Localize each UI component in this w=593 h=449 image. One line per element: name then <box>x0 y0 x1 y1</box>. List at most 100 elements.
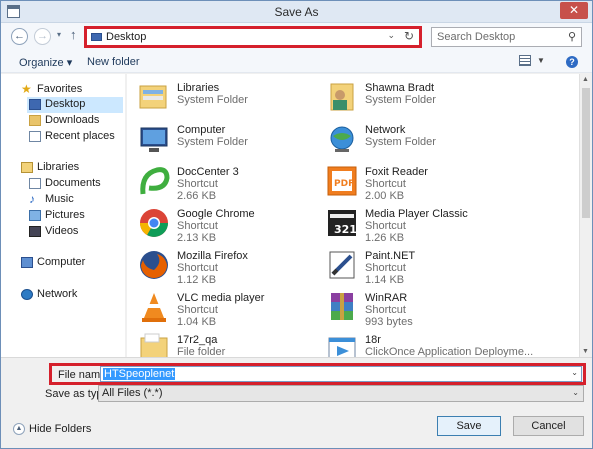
address-dropdown-icon[interactable]: ⌄ <box>387 30 395 41</box>
search-input[interactable]: Search Desktop ⚲ <box>431 27 582 47</box>
list-item[interactable]: WinRAR Shortcut 993 bytes <box>315 288 535 328</box>
scroll-down-icon[interactable]: ▼ <box>582 348 589 355</box>
navigation-pane: ★ Favorites Desktop Downloads Recent pla… <box>1 74 125 357</box>
save-options-pane: File name: HTSpeoplenet ⌄ Save as type: … <box>1 357 592 448</box>
save-as-type-select[interactable]: All Files (*.*) ⌄ <box>98 385 584 402</box>
file-name: 17r2_qa <box>177 334 218 346</box>
change-view-icon[interactable] <box>519 55 531 66</box>
file-size: 1.04 KB <box>177 316 217 328</box>
sidebar-item-label: Music <box>45 193 74 205</box>
list-item[interactable]: DocCenter 3 Shortcut 2.66 KB <box>127 162 347 202</box>
list-item[interactable]: Libraries System Folder <box>127 78 347 118</box>
pictures-icon <box>29 210 41 221</box>
file-name-dropdown-icon[interactable]: ⌄ <box>571 368 578 377</box>
sidebar-item-favorites[interactable]: ★ Favorites <box>21 82 121 98</box>
file-name: Media Player Classic <box>365 208 468 220</box>
file-size: 993 bytes <box>365 316 413 328</box>
list-item[interactable]: PDF Foxit Reader Shortcut 2.00 KB <box>315 162 535 202</box>
sidebar-item-label: Pictures <box>45 209 85 221</box>
file-type: File folder <box>177 346 226 357</box>
network-icon <box>21 289 33 300</box>
file-name: DocCenter 3 <box>177 166 239 178</box>
list-item[interactable]: Shawna Bradt System Folder <box>315 78 535 118</box>
list-item[interactable]: Computer System Folder <box>127 120 347 160</box>
organize-button[interactable]: Organize ▾ <box>19 56 72 69</box>
file-type: System Folder <box>177 136 248 148</box>
desktop-icon <box>91 33 102 41</box>
view-options-dropdown-icon[interactable]: ▼ <box>537 56 545 65</box>
file-type: Shortcut <box>365 262 406 274</box>
sidebar-item-music[interactable]: ♪ Music <box>29 192 123 208</box>
list-item[interactable]: 17r2_qa File folder <box>127 330 347 357</box>
up-arrow-icon[interactable]: ↑ <box>70 27 77 42</box>
file-size: 1.26 KB <box>365 232 405 244</box>
sidebar-item-documents[interactable]: Documents <box>29 176 123 192</box>
list-item[interactable]: Paint.NET Shortcut 1.14 KB <box>315 246 535 286</box>
sidebar-item-videos[interactable]: Videos <box>29 224 123 240</box>
help-icon[interactable]: ? <box>566 56 578 68</box>
sidebar-item-label: Documents <box>45 177 101 189</box>
recent-places-icon <box>29 131 41 142</box>
save-as-dialog: Save As ✕ ← → ▾ ↑ Desktop ⌄ ↻ Search Des… <box>0 0 593 449</box>
file-name: Computer <box>177 124 226 136</box>
file-name: WinRAR <box>365 292 408 304</box>
address-bar[interactable]: Desktop ⌄ ↻ <box>84 26 422 48</box>
search-icon[interactable]: ⚲ <box>568 30 576 43</box>
list-item[interactable]: 321 Media Player Classic Shortcut 1.26 K… <box>315 204 535 244</box>
chrome-icon <box>140 209 168 237</box>
file-type: Shortcut <box>365 178 406 190</box>
close-button[interactable]: ✕ <box>560 2 588 19</box>
save-button[interactable]: Save <box>437 416 501 436</box>
videos-icon <box>29 226 41 237</box>
file-name-field[interactable]: HTSpeoplenet ⌄ <box>100 366 582 382</box>
file-name: Google Chrome <box>177 208 255 220</box>
sidebar-item-pictures[interactable]: Pictures <box>29 208 123 224</box>
refresh-icon[interactable]: ↻ <box>404 29 414 43</box>
file-name: Network <box>365 124 406 136</box>
recent-locations-dropdown-icon[interactable]: ▾ <box>57 30 61 39</box>
user-folder-icon <box>330 83 354 111</box>
firefox-icon <box>140 251 168 279</box>
sidebar-item-network[interactable]: Network <box>21 287 121 303</box>
file-type: System Folder <box>365 94 436 106</box>
file-name: Paint.NET <box>365 250 416 262</box>
back-arrow-icon[interactable]: ← <box>11 28 28 45</box>
sidebar-item-downloads[interactable]: Downloads <box>29 113 123 129</box>
computer-icon <box>140 127 168 152</box>
paint-net-icon <box>329 251 355 279</box>
hide-folders-label: Hide Folders <box>29 423 92 435</box>
file-list-scrollbar[interactable]: ▲ ▼ <box>579 74 591 357</box>
list-item[interactable]: 18r ClickOnce Application Deployme... <box>315 330 535 357</box>
sidebar-item-label: Favorites <box>37 83 83 95</box>
file-size: 1.12 KB <box>177 274 217 286</box>
sidebar-item-label: Computer <box>37 256 86 268</box>
scroll-up-icon[interactable]: ▲ <box>582 76 589 83</box>
svg-text:PDF: PDF <box>334 179 354 189</box>
save-as-type-dropdown-icon[interactable]: ⌄ <box>572 388 579 397</box>
list-item[interactable]: Google Chrome Shortcut 2.13 KB <box>127 204 347 244</box>
search-placeholder: Search Desktop <box>437 31 516 43</box>
forward-arrow-icon[interactable]: → <box>34 28 51 45</box>
collapse-icon: ▲ <box>13 423 25 435</box>
file-size: 2.13 KB <box>177 232 217 244</box>
file-type: Shortcut <box>177 178 218 190</box>
list-item[interactable]: VLC media player Shortcut 1.04 KB <box>127 288 347 328</box>
clickonce-icon <box>328 337 356 357</box>
scrollbar-thumb[interactable] <box>582 88 590 218</box>
sidebar-item-recent-places[interactable]: Recent places <box>29 129 123 145</box>
downloads-icon <box>29 115 41 126</box>
new-folder-button[interactable]: New folder <box>87 56 140 68</box>
list-item[interactable]: Network System Folder <box>315 120 535 160</box>
file-name: Libraries <box>177 82 220 94</box>
sidebar-item-desktop[interactable]: Desktop <box>27 97 123 113</box>
list-item[interactable]: Mozilla Firefox Shortcut 1.12 KB <box>127 246 347 286</box>
sidebar-item-libraries[interactable]: Libraries <box>21 160 121 176</box>
libraries-icon <box>21 162 33 173</box>
file-type: Shortcut <box>365 304 406 316</box>
sidebar-item-computer[interactable]: Computer <box>21 255 121 271</box>
winrar-icon <box>331 293 353 320</box>
cancel-button[interactable]: Cancel <box>513 416 584 436</box>
file-type: System Folder <box>177 94 248 106</box>
title-bar: Save As ✕ <box>1 1 592 23</box>
file-type: System Folder <box>365 136 436 148</box>
